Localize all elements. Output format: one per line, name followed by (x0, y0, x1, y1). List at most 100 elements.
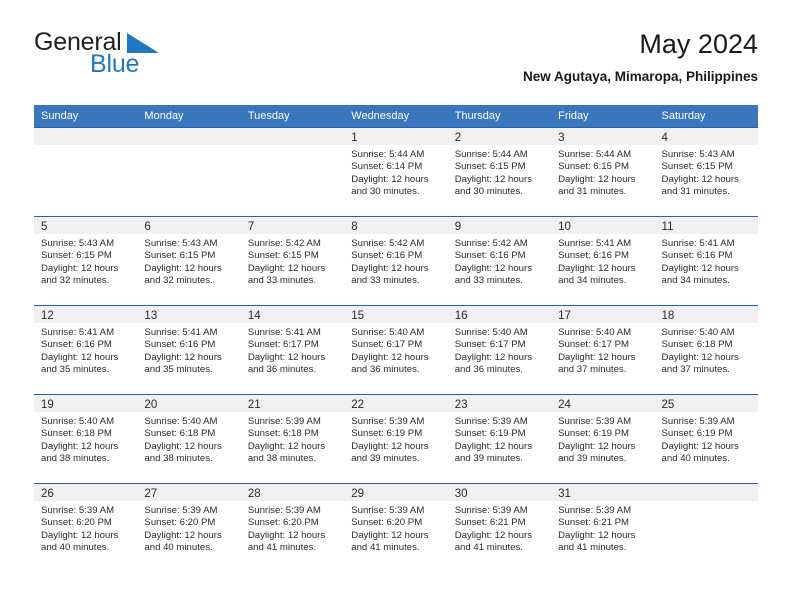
day-cell[interactable]: 12 Sunrise: 5:41 AM Sunset: 6:16 PM Dayl… (34, 306, 138, 394)
daylight-text-line2: and 41 minutes. (454, 541, 523, 553)
daylight-text-line1: Daylight: 12 hours (41, 529, 119, 541)
day-details: Sunrise: 5:41 AM Sunset: 6:16 PM Dayligh… (551, 234, 654, 287)
sunset-text: Sunset: 6:15 PM (454, 161, 526, 173)
day-cell[interactable] (137, 128, 241, 216)
day-number: 9 (454, 221, 462, 233)
day-cell[interactable]: 30 Sunrise: 5:39 AM Sunset: 6:21 PM Dayl… (447, 484, 552, 572)
daylight-text-line2: and 36 minutes. (351, 363, 420, 375)
day-cell[interactable]: 3 Sunrise: 5:44 AM Sunset: 6:15 PM Dayli… (551, 128, 655, 216)
day-cell[interactable]: 20 Sunrise: 5:40 AM Sunset: 6:18 PM Dayl… (137, 395, 241, 483)
day-cell[interactable]: 24 Sunrise: 5:39 AM Sunset: 6:19 PM Dayl… (551, 395, 655, 483)
day-cell[interactable]: 28 Sunrise: 5:39 AM Sunset: 6:20 PM Dayl… (240, 484, 345, 572)
day-details: Sunrise: 5:39 AM Sunset: 6:19 PM Dayligh… (344, 412, 447, 465)
day-details: Sunrise: 5:41 AM Sunset: 6:17 PM Dayligh… (241, 323, 344, 376)
day-cell[interactable]: 7 Sunrise: 5:42 AM Sunset: 6:15 PM Dayli… (240, 217, 345, 305)
day-cell[interactable]: 19 Sunrise: 5:40 AM Sunset: 6:18 PM Dayl… (34, 395, 138, 483)
sunrise-text: Sunrise: 5:43 AM (661, 149, 735, 160)
daylight-text-line2: and 33 minutes. (454, 274, 523, 286)
day-number-band: 10 (551, 217, 655, 234)
day-cell[interactable]: 10 Sunrise: 5:41 AM Sunset: 6:16 PM Dayl… (551, 217, 655, 305)
day-cell[interactable] (34, 128, 138, 216)
weekday-header-tuesday: Tuesday (247, 110, 290, 122)
daylight-text-line2: and 41 minutes. (351, 541, 420, 553)
day-details (34, 145, 137, 149)
sunset-text: Sunset: 6:16 PM (661, 250, 733, 262)
sunrise-text: Sunrise: 5:44 AM (351, 149, 425, 160)
day-number-band: 9 (447, 217, 552, 234)
day-cell[interactable]: 13 Sunrise: 5:41 AM Sunset: 6:16 PM Dayl… (137, 306, 241, 394)
day-cell[interactable]: 6 Sunrise: 5:43 AM Sunset: 6:15 PM Dayli… (137, 217, 241, 305)
day-details: Sunrise: 5:40 AM Sunset: 6:17 PM Dayligh… (551, 323, 654, 376)
day-number: 27 (144, 488, 158, 500)
day-number: 23 (454, 399, 468, 411)
day-cell[interactable]: 21 Sunrise: 5:39 AM Sunset: 6:18 PM Dayl… (240, 395, 345, 483)
day-number-band (34, 128, 138, 145)
day-cell[interactable]: 11 Sunrise: 5:41 AM Sunset: 6:16 PM Dayl… (654, 217, 758, 305)
day-cell[interactable] (654, 484, 758, 572)
sunrise-text: Sunrise: 5:39 AM (661, 416, 735, 427)
day-cell[interactable]: 9 Sunrise: 5:42 AM Sunset: 6:16 PM Dayli… (447, 217, 552, 305)
sunset-text: Sunset: 6:15 PM (41, 250, 112, 262)
day-cell[interactable]: 2 Sunrise: 5:44 AM Sunset: 6:15 PM Dayli… (447, 128, 552, 216)
daylight-text-line1: Daylight: 12 hours (351, 351, 429, 363)
sunset-text: Sunset: 6:17 PM (558, 339, 630, 351)
daylight-text-line1: Daylight: 12 hours (661, 440, 739, 452)
day-number: 26 (41, 488, 54, 500)
day-cell[interactable]: 25 Sunrise: 5:39 AM Sunset: 6:19 PM Dayl… (654, 395, 758, 483)
day-cell[interactable]: 23 Sunrise: 5:39 AM Sunset: 6:19 PM Dayl… (447, 395, 552, 483)
sunset-text: Sunset: 6:18 PM (661, 339, 733, 351)
day-cell[interactable]: 4 Sunrise: 5:43 AM Sunset: 6:15 PM Dayli… (654, 128, 758, 216)
day-number-band: 14 (240, 306, 345, 323)
weekday-header-thursday: Thursday (454, 110, 501, 122)
sunrise-text: Sunrise: 5:39 AM (41, 505, 115, 516)
generalblue-logo[interactable]: General Blue (34, 28, 264, 88)
day-number: 17 (558, 310, 571, 322)
day-number: 18 (661, 310, 675, 322)
day-cell[interactable]: 17 Sunrise: 5:40 AM Sunset: 6:17 PM Dayl… (551, 306, 655, 394)
day-cell[interactable]: 5 Sunrise: 5:43 AM Sunset: 6:15 PM Dayli… (34, 217, 138, 305)
day-details: Sunrise: 5:39 AM Sunset: 6:21 PM Dayligh… (448, 501, 551, 554)
sunset-text: Sunset: 6:18 PM (144, 428, 216, 440)
day-cell[interactable]: 14 Sunrise: 5:41 AM Sunset: 6:17 PM Dayl… (240, 306, 345, 394)
daylight-text-line2: and 34 minutes. (558, 274, 627, 286)
day-number: 8 (351, 221, 358, 233)
daylight-text-line1: Daylight: 12 hours (351, 529, 429, 541)
day-number-band: 22 (344, 395, 448, 412)
weekday-header-friday: Friday (558, 110, 589, 122)
day-cell[interactable]: 29 Sunrise: 5:39 AM Sunset: 6:20 PM Dayl… (344, 484, 448, 572)
day-cell[interactable]: 8 Sunrise: 5:42 AM Sunset: 6:16 PM Dayli… (344, 217, 448, 305)
day-details: Sunrise: 5:44 AM Sunset: 6:15 PM Dayligh… (448, 145, 551, 198)
day-cell[interactable]: 27 Sunrise: 5:39 AM Sunset: 6:20 PM Dayl… (137, 484, 241, 572)
day-cell[interactable]: 26 Sunrise: 5:39 AM Sunset: 6:20 PM Dayl… (34, 484, 138, 572)
sunrise-text: Sunrise: 5:39 AM (558, 416, 632, 427)
day-details: Sunrise: 5:44 AM Sunset: 6:15 PM Dayligh… (551, 145, 654, 198)
day-details: Sunrise: 5:42 AM Sunset: 6:15 PM Dayligh… (241, 234, 344, 287)
day-number-band: 5 (34, 217, 138, 234)
page-title: May 2024 (639, 29, 758, 59)
day-cell[interactable]: 15 Sunrise: 5:40 AM Sunset: 6:17 PM Dayl… (344, 306, 448, 394)
day-details: Sunrise: 5:40 AM Sunset: 6:18 PM Dayligh… (655, 323, 758, 376)
daylight-text-line2: and 41 minutes. (558, 541, 627, 553)
daylight-text-line2: and 36 minutes. (454, 363, 523, 375)
day-details: Sunrise: 5:40 AM Sunset: 6:17 PM Dayligh… (448, 323, 551, 376)
daylight-text-line2: and 30 minutes. (454, 185, 523, 197)
daylight-text-line2: and 31 minutes. (558, 185, 627, 197)
daylight-text-line1: Daylight: 12 hours (144, 351, 222, 363)
week-row: 5 Sunrise: 5:43 AM Sunset: 6:15 PM Dayli… (34, 216, 758, 305)
day-cell[interactable]: 22 Sunrise: 5:39 AM Sunset: 6:19 PM Dayl… (344, 395, 448, 483)
day-cell[interactable]: 16 Sunrise: 5:40 AM Sunset: 6:17 PM Dayl… (447, 306, 552, 394)
daylight-text-line2: and 38 minutes. (41, 452, 110, 464)
sunset-text: Sunset: 6:15 PM (144, 250, 216, 262)
day-cell[interactable]: 18 Sunrise: 5:40 AM Sunset: 6:18 PM Dayl… (654, 306, 758, 394)
day-number: 15 (351, 310, 365, 322)
day-cell[interactable]: 31 Sunrise: 5:39 AM Sunset: 6:21 PM Dayl… (551, 484, 655, 572)
daylight-text-line1: Daylight: 12 hours (144, 529, 222, 541)
daylight-text-line2: and 32 minutes. (144, 274, 213, 286)
daylight-text-line2: and 30 minutes. (351, 185, 420, 197)
logo-text-blue: Blue (90, 50, 140, 78)
day-number-band: 21 (240, 395, 345, 412)
day-number-band (137, 128, 241, 145)
day-cell[interactable] (240, 128, 345, 216)
sunrise-text: Sunrise: 5:40 AM (661, 327, 735, 338)
day-cell[interactable]: 1 Sunrise: 5:44 AM Sunset: 6:14 PM Dayli… (344, 128, 448, 216)
